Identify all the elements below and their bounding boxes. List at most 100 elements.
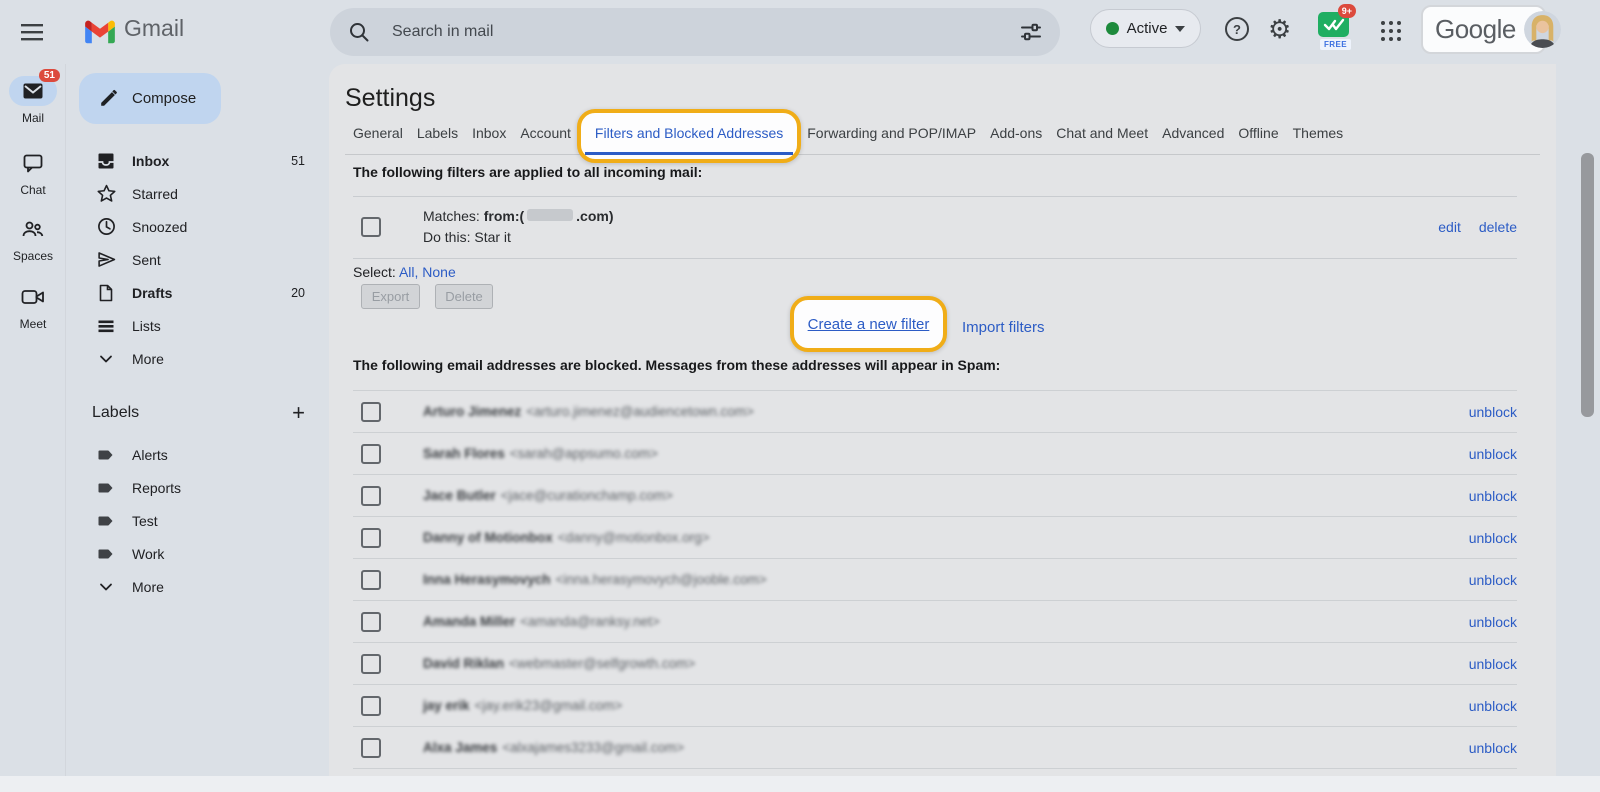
tab-filters-and-blocked-addresses[interactable]: Filters and Blocked Addresses — [576, 109, 802, 163]
tabs-divider — [345, 154, 1540, 155]
row-checkbox[interactable] — [361, 443, 381, 464]
export-button[interactable]: Export — [361, 284, 420, 309]
filter-checkbox[interactable] — [361, 217, 381, 237]
search-icon[interactable] — [348, 21, 370, 43]
rail-item-mail[interactable]: 51 Mail — [0, 69, 66, 125]
blocked-addresses-table: Arturo Jimenez <arturo.jimenez@audienceto… — [353, 390, 1517, 769]
tab-themes[interactable]: Themes — [1293, 125, 1344, 141]
select-none-link[interactable]: None — [422, 264, 455, 280]
tab-accounts[interactable]: Account — [520, 125, 571, 141]
row-checkbox[interactable] — [361, 569, 381, 590]
tab-forwarding-pop-imap[interactable]: Forwarding and POP/IMAP — [807, 125, 976, 141]
row-checkbox[interactable] — [361, 611, 381, 632]
search-options-icon[interactable] — [1020, 21, 1042, 43]
tab-inbox[interactable]: Inbox — [472, 125, 506, 141]
row-checkbox[interactable] — [361, 653, 381, 674]
settings-tabs: General Labels Inbox Account Filters and… — [353, 109, 1344, 163]
unblock-link[interactable]: unblock — [1469, 656, 1517, 672]
clock-icon — [96, 217, 116, 237]
help-icon[interactable]: ? — [1225, 17, 1249, 41]
unblock-link[interactable]: unblock — [1469, 698, 1517, 714]
filter-description: Matches: from:(.com) Do this: Star it — [423, 206, 613, 248]
unblock-link[interactable]: unblock — [1469, 740, 1517, 756]
delete-button[interactable]: Delete — [435, 284, 493, 309]
settings-gear-icon[interactable]: ⚙ — [1268, 13, 1291, 47]
avatar[interactable] — [1523, 11, 1561, 48]
redacted-domain — [527, 209, 574, 221]
google-account-widget[interactable]: Google — [1421, 5, 1561, 54]
blocked-row: Danny of Motionbox <danny@motionbox.org> … — [353, 517, 1517, 559]
sidebar-item-drafts[interactable]: Drafts 20 — [66, 276, 329, 309]
search-placeholder: Search in mail — [392, 23, 494, 40]
blocked-row: Amanda Miller <amanda@ranksy.net> unblock — [353, 601, 1517, 643]
row-checkbox[interactable] — [361, 485, 381, 506]
filter-row: Matches: from:(.com) Do this: Star it ed… — [353, 196, 1517, 258]
vertical-scrollbar[interactable] — [1581, 153, 1594, 417]
sidebar-item-starred[interactable]: Starred — [66, 177, 329, 210]
sidebar-item-inbox[interactable]: Inbox 51 — [66, 144, 329, 177]
select-all-link[interactable]: All, — [399, 264, 418, 280]
sidebar-label-test[interactable]: Test — [66, 504, 329, 537]
rail-item-chat[interactable]: Chat — [0, 148, 66, 197]
rail-item-meet[interactable]: Meet — [0, 282, 66, 331]
google-apps-icon[interactable] — [1381, 21, 1403, 43]
status-dropdown[interactable]: Active — [1090, 9, 1201, 48]
rail-label-mail: Mail — [21, 111, 44, 125]
add-label-button[interactable]: + — [292, 402, 305, 424]
tab-offline[interactable]: Offline — [1238, 125, 1278, 141]
row-checkbox[interactable] — [361, 695, 381, 716]
tab-chat-and-meet[interactable]: Chat and Meet — [1056, 125, 1148, 141]
hamburger-menu-icon[interactable] — [20, 20, 44, 44]
sidebar-item-more[interactable]: More — [66, 342, 329, 375]
blocked-row: Alxa James <alxajames3233@gmail.com> unbl… — [353, 727, 1517, 769]
unblock-link[interactable]: unblock — [1469, 614, 1517, 630]
rail-item-spaces[interactable]: Spaces — [0, 214, 66, 263]
sidebar-label-alerts[interactable]: Alerts — [66, 438, 329, 471]
status-label: Active — [1126, 20, 1168, 37]
search-input[interactable]: Search in mail — [330, 8, 1060, 56]
select-line: Select: All, None — [353, 264, 456, 280]
unblock-link[interactable]: unblock — [1469, 446, 1517, 462]
blocked-row: Jace Butler <jace@curationchamp.com> unbl… — [353, 475, 1517, 517]
mail-unread-badge: 51 — [38, 69, 60, 82]
sidebar-item-snoozed[interactable]: Snoozed — [66, 210, 329, 243]
blocked-heading: The following email addresses are blocke… — [353, 357, 1001, 373]
sidebar-label-work[interactable]: Work — [66, 537, 329, 570]
mailtrack-extension-icon[interactable]: 9+ FREE — [1316, 4, 1356, 56]
unblock-link[interactable]: unblock — [1469, 530, 1517, 546]
chevron-down-icon — [96, 349, 116, 369]
delete-filter-link[interactable]: delete — [1479, 219, 1517, 235]
labels-header: Labels — [92, 404, 140, 421]
unblock-link[interactable]: unblock — [1469, 488, 1517, 504]
extension-free-tag: FREE — [1320, 39, 1351, 50]
edit-filter-link[interactable]: edit — [1438, 219, 1461, 235]
import-filters-link[interactable]: Import filters — [962, 319, 1045, 336]
tab-labels[interactable]: Labels — [417, 125, 458, 141]
unblock-link[interactable]: unblock — [1469, 404, 1517, 420]
tab-general[interactable]: General — [353, 125, 403, 141]
sidebar-item-lists[interactable]: Lists — [66, 309, 329, 342]
app-rail: 51 Mail Chat Spaces Meet — [0, 64, 66, 776]
label-tag-icon — [96, 511, 116, 531]
page-title: Settings — [345, 84, 436, 112]
settings-panel: Settings General Labels Inbox Account Fi… — [329, 64, 1556, 776]
unblock-link[interactable]: unblock — [1469, 572, 1517, 588]
row-checkbox[interactable] — [361, 401, 381, 422]
create-new-filter-link[interactable]: Create a new filter — [808, 316, 930, 333]
compose-button[interactable]: Compose — [79, 73, 221, 124]
star-icon — [96, 184, 116, 204]
row-checkbox[interactable] — [361, 737, 381, 758]
tab-advanced[interactable]: Advanced — [1162, 125, 1224, 141]
rail-label-chat: Chat — [20, 183, 46, 197]
sidebar-label-more[interactable]: More — [66, 570, 329, 603]
mail-sidebar: Compose Inbox 51 Starred Snoozed Sent Dr… — [66, 64, 329, 776]
sidebar-item-sent[interactable]: Sent — [66, 243, 329, 276]
gmail-logo-icon[interactable] — [84, 18, 116, 44]
compose-pencil-icon — [101, 89, 117, 106]
tab-add-ons[interactable]: Add-ons — [990, 125, 1042, 141]
active-tab-underline — [584, 152, 794, 155]
row-checkbox[interactable] — [361, 527, 381, 548]
sidebar-label-reports[interactable]: Reports — [66, 471, 329, 504]
inbox-icon — [96, 151, 116, 171]
extension-notification-badge: 9+ — [1337, 4, 1356, 18]
